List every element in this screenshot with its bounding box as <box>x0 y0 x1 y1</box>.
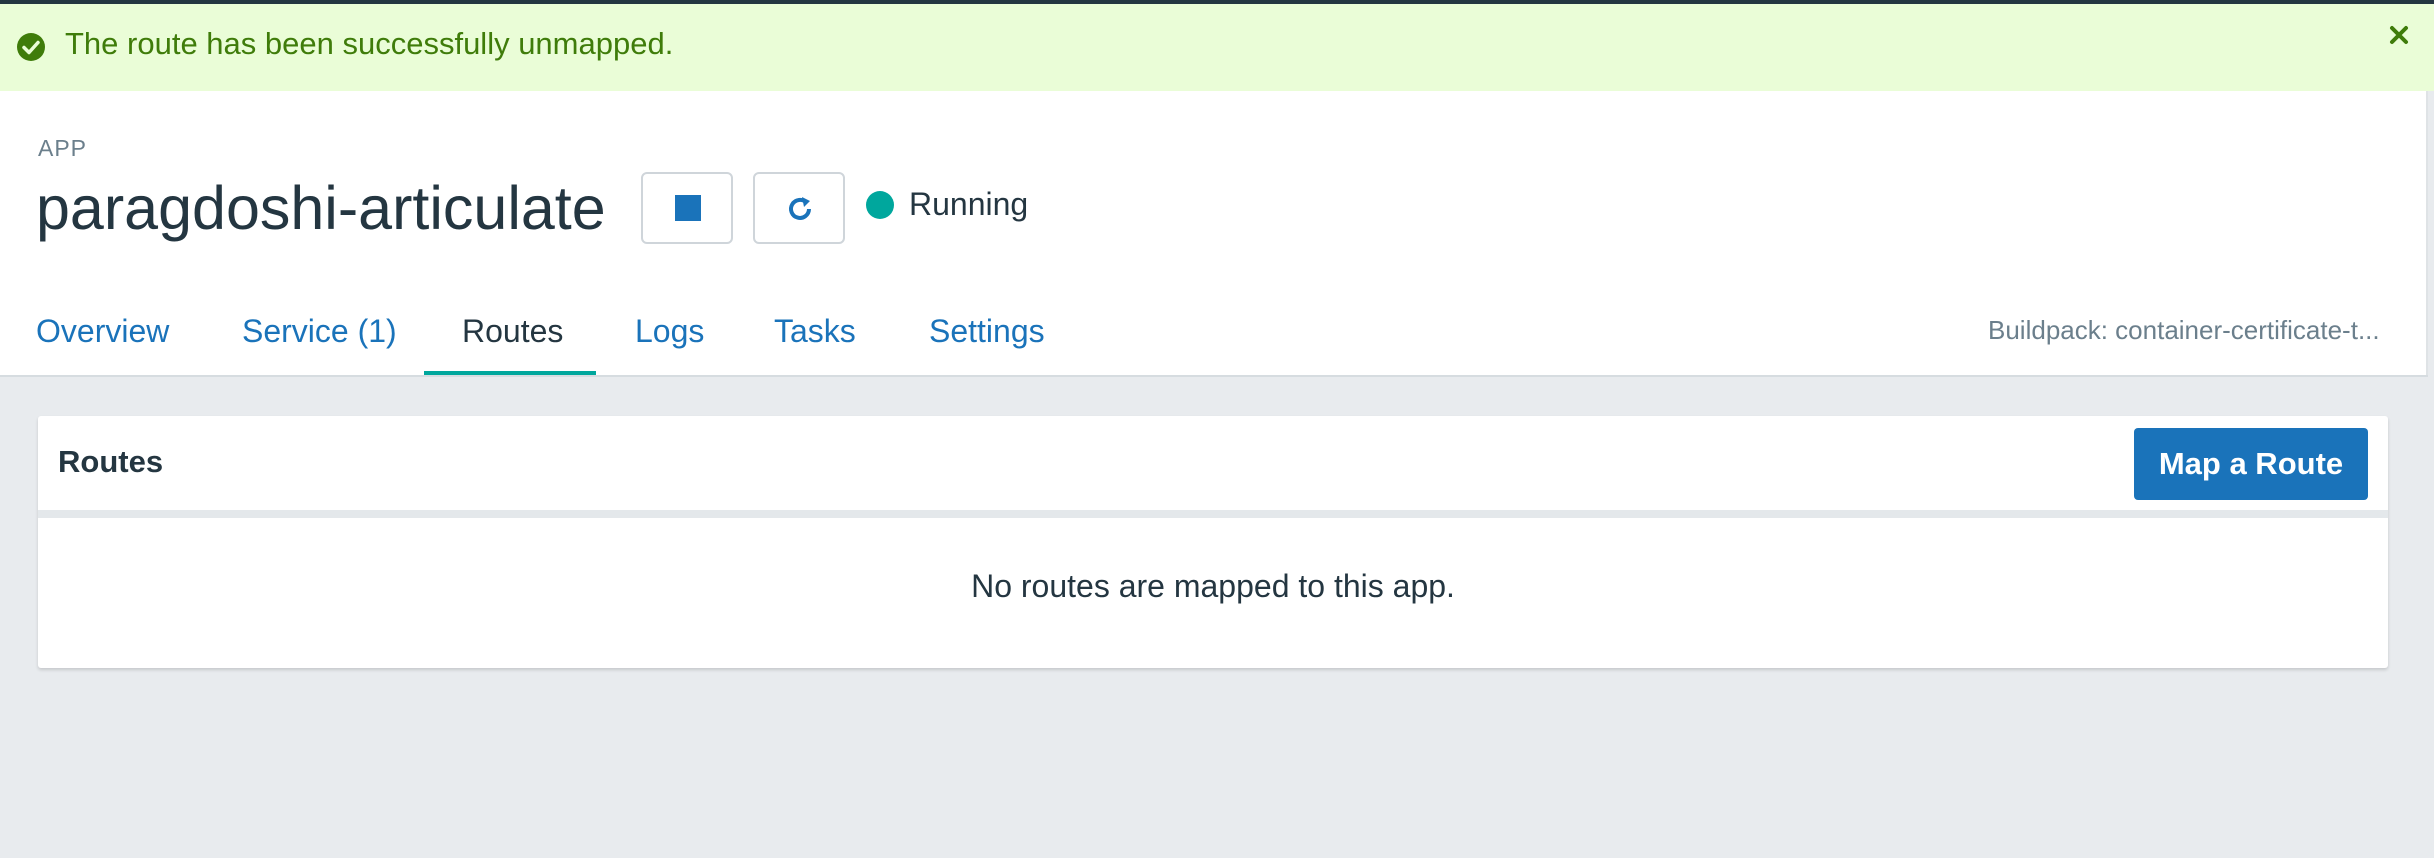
buildpack-label: Buildpack: container-certificate-t... <box>1988 315 2380 345</box>
tab-routes[interactable]: Routes <box>462 311 563 375</box>
map-route-button[interactable]: Map a Route <box>2134 428 2368 500</box>
app-header: APP paragdoshi-articulate Running Overvi… <box>0 91 2428 375</box>
status-indicator <box>866 191 894 219</box>
tab-bar: Overview Service (1) Routes Logs Tasks S… <box>0 311 1100 375</box>
stop-button[interactable] <box>641 172 733 244</box>
tab-settings[interactable]: Settings <box>929 311 1045 375</box>
app-type-label: APP <box>38 135 88 161</box>
restart-button[interactable] <box>753 172 845 244</box>
header-divider <box>0 375 2428 377</box>
routes-panel: Routes Map a Route No routes are mapped … <box>38 416 2388 668</box>
panel-divider <box>38 510 2388 518</box>
check-circle-icon <box>17 33 45 61</box>
tab-overview[interactable]: Overview <box>36 311 169 375</box>
stop-icon <box>675 195 701 221</box>
app-name: paragdoshi-articulate <box>36 174 606 242</box>
close-icon[interactable] <box>2382 18 2416 52</box>
success-alert: The route has been successfully unmapped… <box>0 4 2434 91</box>
empty-routes-message: No routes are mapped to this app. <box>971 568 1455 604</box>
tab-service[interactable]: Service (1) <box>242 311 397 375</box>
alert-message: The route has been successfully unmapped… <box>65 26 674 61</box>
status-text: Running <box>909 186 1029 222</box>
tab-logs[interactable]: Logs <box>635 311 704 375</box>
tab-tasks[interactable]: Tasks <box>774 311 856 375</box>
panel-title: Routes <box>58 444 164 479</box>
